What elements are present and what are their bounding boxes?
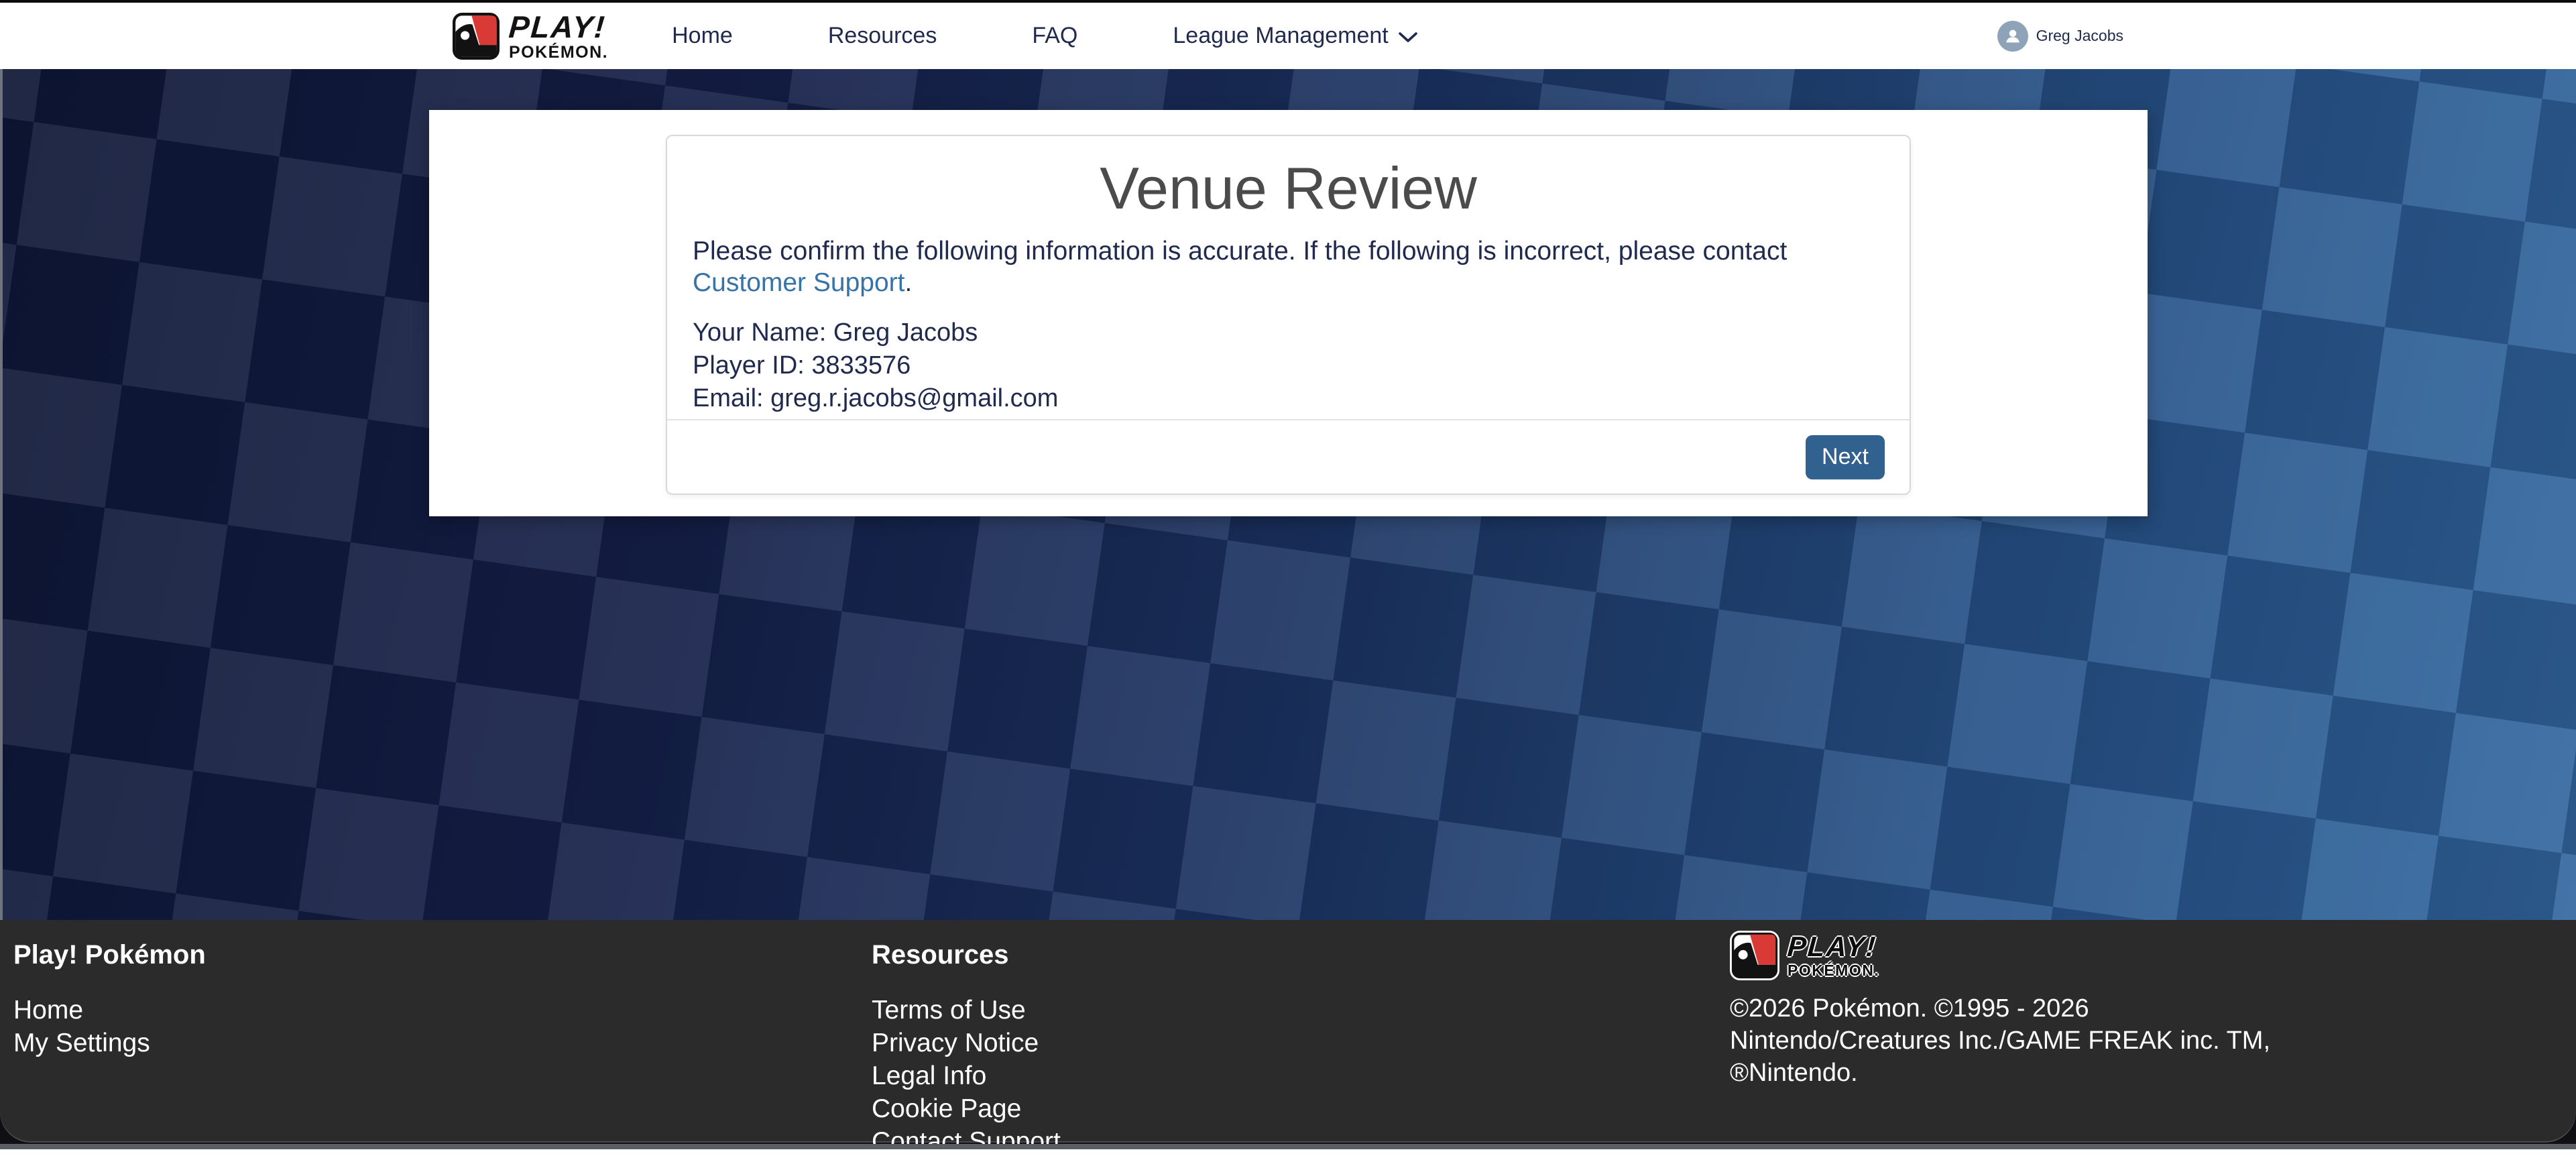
play-pokemon-wordmark: PLAY! POKÉMON.	[509, 11, 608, 61]
window-top-strip	[0, 0, 2576, 3]
chevron-down-icon	[1398, 28, 1418, 44]
nav-link-league-management-label: League Management	[1173, 23, 1388, 49]
footer-link-contact-support[interactable]: Contact Support	[872, 1125, 1061, 1158]
card-actions: Next	[667, 420, 1910, 494]
footer-link-terms-of-use[interactable]: Terms of Use	[872, 994, 1061, 1027]
next-button[interactable]: Next	[1806, 435, 1885, 479]
navbar: PLAY! POKÉMON. Home Resources FAQ League…	[0, 3, 2576, 69]
footer-heading-resources: Resources	[872, 941, 1061, 968]
user-menu[interactable]: Greg Jacobs	[1997, 21, 2123, 52]
nav-link-resources[interactable]: Resources	[828, 23, 937, 49]
footer-play-pokemon-logo-icon	[1730, 931, 1779, 980]
copyright-text: ©2026 Pokémon. ©1995 - 2026 Nintendo/Cre…	[1730, 992, 2270, 1089]
navbar-inner: PLAY! POKÉMON. Home Resources FAQ League…	[453, 3, 2123, 69]
player-email-line: Email: greg.r.jacobs@gmail.com	[693, 382, 1884, 415]
player-info: Your Name: Greg Jacobs Player ID: 383357…	[693, 316, 1884, 415]
nav-link-home-label: Home	[672, 23, 733, 49]
nav-links: Home Resources FAQ League Management	[672, 23, 1418, 49]
footer-link-home[interactable]: Home	[13, 994, 206, 1027]
footer-panel: Play! Pokémon Home My Settings Resources…	[0, 920, 2576, 1141]
footer-link-cookie-page[interactable]: Cookie Page	[872, 1092, 1061, 1125]
play-pokemon-logo[interactable]: PLAY! POKÉMON.	[453, 11, 608, 61]
content-panel: Venue Review Please confirm the followin…	[429, 110, 2148, 516]
footer-link-my-settings[interactable]: My Settings	[13, 1027, 206, 1059]
play-pokemon-logo-icon	[453, 13, 500, 60]
page-background: Venue Review Please confirm the followin…	[0, 69, 2576, 920]
player-name-line: Your Name: Greg Jacobs	[693, 316, 1884, 349]
player-id-line: Player ID: 3833576	[693, 349, 1884, 382]
nav-link-faq[interactable]: FAQ	[1032, 23, 1077, 49]
footer-play-pokemon-wordmark: PLAY! POKÉMON.	[1788, 933, 1879, 978]
wordmark-play: PLAY!	[508, 11, 609, 42]
footer-column-resources: Resources Terms of Use Privacy Notice Le…	[872, 920, 1061, 1158]
window-bottom-strip	[0, 1144, 2576, 1149]
nav-link-league-management[interactable]: League Management	[1173, 23, 1417, 49]
confirm-instructions: Please confirm the following information…	[693, 236, 1884, 299]
user-name: Greg Jacobs	[2036, 27, 2123, 45]
copyright-line-1: ©2026 Pokémon. ©1995 - 2026	[1730, 992, 2270, 1025]
wordmark-pokemon: POKÉMON.	[509, 44, 608, 61]
footer-link-legal-info[interactable]: Legal Info	[872, 1059, 1061, 1092]
window-left-edge	[0, 69, 3, 920]
customer-support-link[interactable]: Customer Support	[693, 268, 904, 297]
footer-links-resources: Terms of Use Privacy Notice Legal Info C…	[872, 994, 1061, 1158]
page-title: Venue Review	[667, 156, 1910, 220]
footer-link-privacy-notice[interactable]: Privacy Notice	[872, 1027, 1061, 1059]
copyright-line-3: ®Nintendo.	[1730, 1057, 2270, 1089]
nav-link-faq-label: FAQ	[1032, 23, 1077, 49]
avatar	[1997, 21, 2028, 52]
confirm-instructions-suffix: .	[904, 268, 912, 297]
footer: Play! Pokémon Home My Settings Resources…	[0, 920, 2576, 1149]
footer-wordmark-pokemon: POKÉMON.	[1788, 963, 1879, 978]
footer-heading-play-pokemon: Play! Pokémon	[13, 941, 206, 968]
footer-wordmark-play: PLAY!	[1787, 933, 1881, 961]
footer-column-legal: PLAY! POKÉMON. ©2026 Pokémon. ©1995 - 20…	[1730, 920, 2270, 1089]
footer-column-play-pokemon: Play! Pokémon Home My Settings	[13, 920, 206, 1059]
copyright-line-2: Nintendo/Creatures Inc./GAME FREAK inc. …	[1730, 1025, 2270, 1057]
footer-links-play-pokemon: Home My Settings	[13, 994, 206, 1059]
venue-review-card: Venue Review Please confirm the followin…	[666, 135, 1911, 495]
nav-link-home[interactable]: Home	[672, 23, 733, 49]
footer-play-pokemon-logo: PLAY! POKÉMON.	[1730, 931, 2270, 980]
nav-link-resources-label: Resources	[828, 23, 937, 49]
confirm-instructions-text: Please confirm the following information…	[693, 237, 1787, 266]
